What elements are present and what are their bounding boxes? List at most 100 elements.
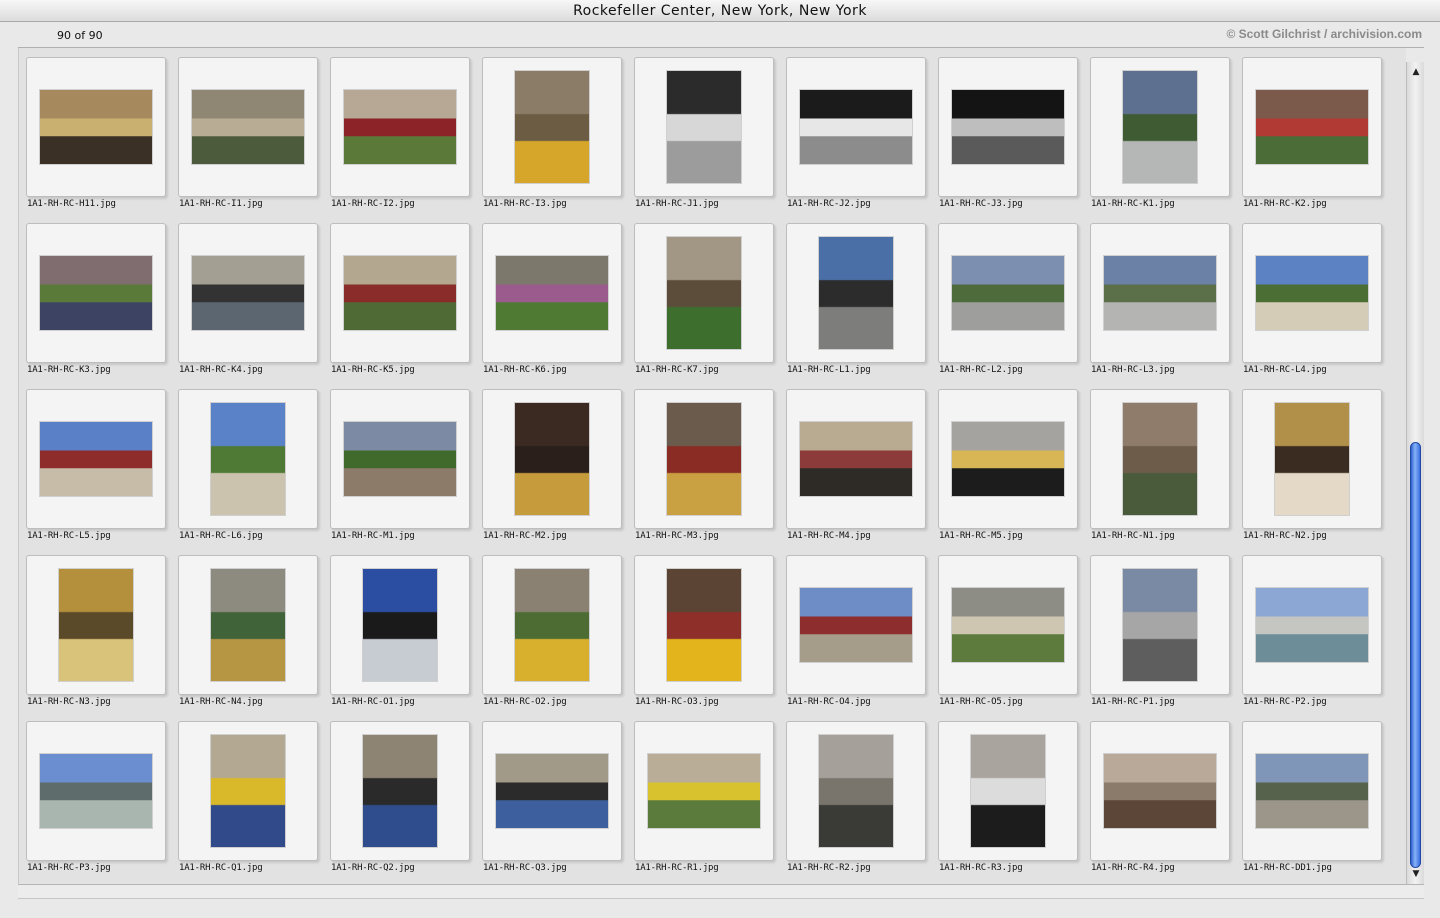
thumbnail-frame[interactable] <box>786 555 926 695</box>
thumbnail-image[interactable] <box>192 256 304 330</box>
thumbnail-item[interactable]: 1A1-RH-RC-R3.jpg <box>938 721 1078 881</box>
thumbnail-image[interactable] <box>1123 71 1197 183</box>
thumbnail-item[interactable]: 1A1-RH-RC-L1.jpg <box>786 223 926 383</box>
thumbnail-image[interactable] <box>344 256 456 330</box>
thumbnail-frame[interactable] <box>938 223 1078 363</box>
thumbnail-item[interactable]: 1A1-RH-RC-L2.jpg <box>938 223 1078 383</box>
thumbnail-item[interactable]: 1A1-RH-RC-I1.jpg <box>178 57 318 217</box>
thumbnail-frame[interactable] <box>938 389 1078 529</box>
thumbnail-item[interactable]: 1A1-RH-RC-L6.jpg <box>178 389 318 549</box>
thumbnail-image[interactable] <box>515 403 589 515</box>
thumbnail-item[interactable]: 1A1-RH-RC-M5.jpg <box>938 389 1078 549</box>
thumbnail-image[interactable] <box>1256 754 1368 828</box>
thumbnail-image[interactable] <box>1275 403 1349 515</box>
thumbnail-item[interactable]: 1A1-RH-RC-O3.jpg <box>634 555 774 715</box>
thumbnail-image[interactable] <box>211 735 285 847</box>
thumbnail-image[interactable] <box>1256 256 1368 330</box>
thumbnail-image[interactable] <box>971 735 1045 847</box>
thumbnail-item[interactable]: 1A1-RH-RC-N1.jpg <box>1090 389 1230 549</box>
thumbnail-frame[interactable] <box>634 223 774 363</box>
thumbnail-item[interactable]: 1A1-RH-RC-M4.jpg <box>786 389 926 549</box>
thumbnail-image[interactable] <box>800 90 912 164</box>
thumbnail-item[interactable]: 1A1-RH-RC-R4.jpg <box>1090 721 1230 881</box>
thumbnail-frame[interactable] <box>786 389 926 529</box>
thumbnail-item[interactable]: 1A1-RH-RC-K2.jpg <box>1242 57 1382 217</box>
thumbnail-image[interactable] <box>1104 256 1216 330</box>
thumbnail-frame[interactable] <box>786 57 926 197</box>
thumbnail-frame[interactable] <box>482 223 622 363</box>
thumbnail-frame[interactable] <box>1242 223 1382 363</box>
thumbnail-frame[interactable] <box>26 721 166 861</box>
thumbnail-frame[interactable] <box>26 57 166 197</box>
thumbnail-frame[interactable] <box>330 389 470 529</box>
thumbnail-image[interactable] <box>800 588 912 662</box>
thumbnail-item[interactable]: 1A1-RH-RC-Q1.jpg <box>178 721 318 881</box>
thumbnail-frame[interactable] <box>634 57 774 197</box>
thumbnail-frame[interactable] <box>482 57 622 197</box>
thumbnail-item[interactable]: 1A1-RH-RC-L4.jpg <box>1242 223 1382 383</box>
thumbnail-frame[interactable] <box>26 555 166 695</box>
thumbnail-image[interactable] <box>192 90 304 164</box>
thumbnail-item[interactable]: 1A1-RH-RC-L5.jpg <box>26 389 166 549</box>
thumbnail-frame[interactable] <box>482 721 622 861</box>
thumbnail-frame[interactable] <box>634 555 774 695</box>
thumbnail-frame[interactable] <box>634 389 774 529</box>
thumbnail-item[interactable]: 1A1-RH-RC-M2.jpg <box>482 389 622 549</box>
thumbnail-item[interactable]: 1A1-RH-RC-P2.jpg <box>1242 555 1382 715</box>
thumbnail-frame[interactable] <box>178 57 318 197</box>
thumbnail-item[interactable]: 1A1-RH-RC-P1.jpg <box>1090 555 1230 715</box>
thumbnail-item[interactable]: 1A1-RH-RC-K4.jpg <box>178 223 318 383</box>
thumbnail-frame[interactable] <box>482 555 622 695</box>
thumbnail-image[interactable] <box>667 403 741 515</box>
thumbnail-frame[interactable] <box>178 721 318 861</box>
thumbnail-frame[interactable] <box>786 223 926 363</box>
thumbnail-item[interactable]: 1A1-RH-RC-I3.jpg <box>482 57 622 217</box>
thumbnail-image[interactable] <box>819 237 893 349</box>
thumbnail-image[interactable] <box>952 422 1064 496</box>
thumbnail-image[interactable] <box>1123 569 1197 681</box>
thumbnail-frame[interactable] <box>330 223 470 363</box>
thumbnail-frame[interactable] <box>938 555 1078 695</box>
thumbnail-item[interactable]: 1A1-RH-RC-N2.jpg <box>1242 389 1382 549</box>
thumbnail-image[interactable] <box>515 569 589 681</box>
thumbnail-image[interactable] <box>211 569 285 681</box>
thumbnail-frame[interactable] <box>178 223 318 363</box>
thumbnail-image[interactable] <box>211 403 285 515</box>
thumbnail-image[interactable] <box>1104 754 1216 828</box>
thumbnail-item[interactable]: 1A1-RH-RC-K6.jpg <box>482 223 622 383</box>
thumbnail-item[interactable]: 1A1-RH-RC-M1.jpg <box>330 389 470 549</box>
thumbnail-frame[interactable] <box>1090 721 1230 861</box>
thumbnail-image[interactable] <box>1123 403 1197 515</box>
thumbnail-frame[interactable] <box>178 555 318 695</box>
thumbnail-item[interactable]: 1A1-RH-RC-H11.jpg <box>26 57 166 217</box>
thumbnail-image[interactable] <box>952 256 1064 330</box>
thumbnail-frame[interactable] <box>482 389 622 529</box>
thumbnail-image[interactable] <box>363 735 437 847</box>
thumbnail-image[interactable] <box>40 422 152 496</box>
thumbnail-frame[interactable] <box>1242 57 1382 197</box>
thumbnail-item[interactable]: 1A1-RH-RC-O5.jpg <box>938 555 1078 715</box>
thumbnail-item[interactable]: 1A1-RH-RC-N4.jpg <box>178 555 318 715</box>
thumbnail-item[interactable]: 1A1-RH-RC-Q2.jpg <box>330 721 470 881</box>
thumbnail-item[interactable]: 1A1-RH-RC-O1.jpg <box>330 555 470 715</box>
thumbnail-frame[interactable] <box>1242 555 1382 695</box>
thumbnail-frame[interactable] <box>26 223 166 363</box>
thumbnail-item[interactable]: 1A1-RH-RC-R2.jpg <box>786 721 926 881</box>
thumbnail-item[interactable]: 1A1-RH-RC-K5.jpg <box>330 223 470 383</box>
thumbnail-pane[interactable]: 1A1-RH-RC-H11.jpg 1A1-RH-RC-I1.jpg 1A1-RH-… <box>18 48 1406 884</box>
thumbnail-item[interactable]: 1A1-RH-RC-O2.jpg <box>482 555 622 715</box>
thumbnail-item[interactable]: 1A1-RH-RC-L3.jpg <box>1090 223 1230 383</box>
thumbnail-image[interactable] <box>1256 588 1368 662</box>
thumbnail-item[interactable]: 1A1-RH-RC-K3.jpg <box>26 223 166 383</box>
thumbnail-item[interactable]: 1A1-RH-RC-K1.jpg <box>1090 57 1230 217</box>
thumbnail-image[interactable] <box>819 735 893 847</box>
thumbnail-image[interactable] <box>952 90 1064 164</box>
vertical-scrollbar[interactable]: ▲ ▼ <box>1406 62 1424 884</box>
thumbnail-frame[interactable] <box>1090 389 1230 529</box>
scrollbar-thumb[interactable] <box>1410 442 1421 868</box>
thumbnail-item[interactable]: 1A1-RH-RC-J3.jpg <box>938 57 1078 217</box>
thumbnail-image[interactable] <box>648 754 760 828</box>
thumbnail-frame[interactable] <box>938 721 1078 861</box>
thumbnail-item[interactable]: 1A1-RH-RC-M3.jpg <box>634 389 774 549</box>
thumbnail-image[interactable] <box>496 256 608 330</box>
